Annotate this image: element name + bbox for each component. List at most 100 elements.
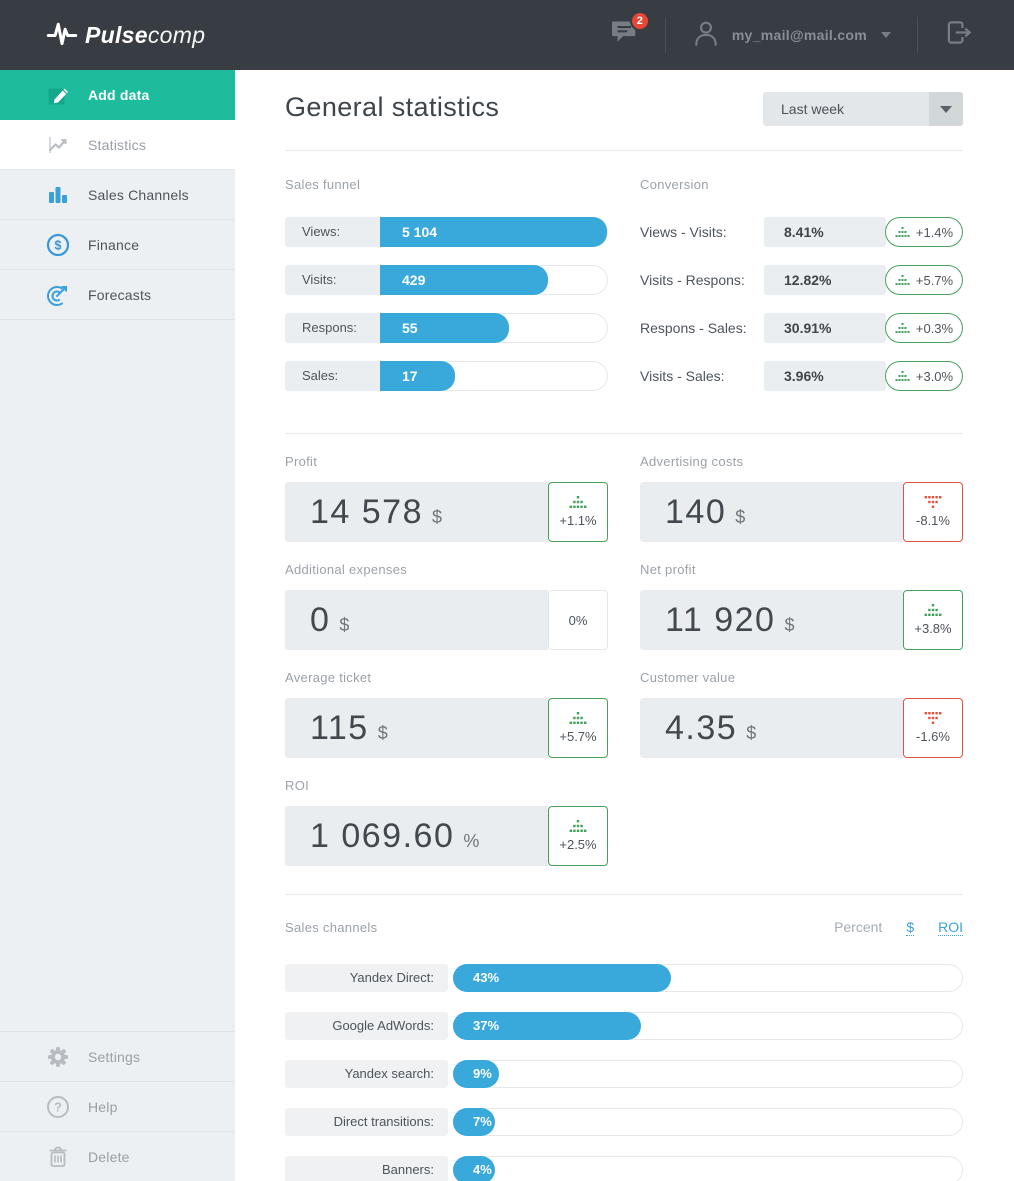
metric-value: 1 069.60 [310, 817, 454, 856]
metric-label: Additional expenses [285, 562, 608, 577]
view-option-percent[interactable]: Percent [834, 919, 882, 935]
sidebar-item-label: Help [88, 1099, 118, 1115]
channel-row: Yandex Direct: 43% [285, 964, 963, 992]
metric-label: Average ticket [285, 670, 608, 685]
channel-row: Direct transitions: 7% [285, 1108, 963, 1136]
dollar-circle-icon: $ [45, 233, 71, 257]
funnel-bar: 5 104 [380, 217, 607, 247]
sidebar-item-help[interactable]: ? Help [0, 1081, 235, 1131]
funnel-bar: 429 [380, 265, 548, 295]
funnel-label: Sales: [285, 361, 380, 391]
metric-customer-value: Customer value 4.35$ -1.6% [640, 670, 963, 758]
sidebar-footer: Settings ? Help Delete [0, 1031, 235, 1181]
channel-label: Yandex search: [285, 1060, 448, 1088]
funnel-bar: 17 [380, 361, 455, 391]
metric-value: 0 [310, 601, 330, 640]
trend-box: -8.1% [903, 482, 963, 542]
trend-up-icon [895, 323, 910, 333]
user-email: my_mail@mail.com [732, 27, 867, 43]
metric-unit: $ [432, 507, 442, 528]
funnel-bar: 55 [380, 313, 509, 343]
channel-track: 9% [453, 1060, 963, 1088]
view-option-roi[interactable]: ROI [938, 919, 963, 936]
trend-box: -1.6% [903, 698, 963, 758]
trend-box: +3.8% [903, 590, 963, 650]
conversion-row: Views - Visits: 8.41% +1.4% [640, 217, 963, 247]
chevron-down-icon [881, 32, 891, 38]
trend-up-icon [569, 496, 587, 508]
sidebar-item-add-data[interactable]: Add data [0, 70, 235, 120]
view-option-dollar[interactable]: $ [906, 919, 914, 936]
channel-track: 43% [453, 964, 963, 992]
trend-down-icon [924, 712, 942, 724]
sidebar-item-finance[interactable]: $ Finance [0, 220, 235, 270]
sidebar-item-label: Settings [88, 1049, 140, 1065]
trend-box: +1.1% [548, 482, 608, 542]
pulse-logo-icon [45, 18, 79, 53]
line-chart-icon [45, 134, 71, 156]
channel-row: Yandex search: 9% [285, 1060, 963, 1088]
channel-label: Yandex Direct: [285, 964, 448, 992]
metric-unit: % [463, 831, 479, 852]
help-icon: ? [45, 1095, 71, 1119]
metric-value: 11 920 [665, 601, 775, 640]
user-menu[interactable]: my_mail@mail.com [692, 19, 891, 52]
header-divider [665, 17, 666, 53]
conversion-value: 12.82% [764, 265, 886, 295]
trend-box: +5.7% [548, 698, 608, 758]
divider [285, 894, 963, 895]
funnel-track: 17 [380, 361, 608, 391]
sidebar-item-forecasts[interactable]: Forecasts [0, 270, 235, 320]
sidebar-item-settings[interactable]: Settings [0, 1031, 235, 1081]
sidebar-item-statistics[interactable]: Statistics [0, 120, 235, 170]
funnel-label: Visits: [285, 265, 380, 295]
metric-value: 140 [665, 493, 726, 532]
trend-chip: +5.7% [885, 265, 963, 295]
notification-badge: 2 [630, 11, 650, 31]
channel-bar: 4% [453, 1156, 495, 1181]
sidebar-item-sales-channels[interactable]: Sales Channels [0, 170, 235, 220]
funnel-row: Views: 5 104 [285, 217, 608, 247]
conversion-label: Views - Visits: [640, 217, 764, 247]
messages-button[interactable]: 2 [612, 20, 639, 50]
metric-label: Profit [285, 454, 608, 469]
sales-channels-section: Sales channels Percent $ ROI Yandex Dire… [285, 919, 963, 1181]
metric-label: Customer value [640, 670, 963, 685]
channel-bar: 37% [453, 1012, 641, 1040]
page-title: General statistics [285, 92, 499, 123]
bar-chart-icon [45, 184, 71, 206]
conversion-row: Visits - Sales: 3.96% +3.0% [640, 361, 963, 391]
metric-profit: Profit 14 578$ +1.1% [285, 454, 608, 542]
trend-up-icon [924, 604, 942, 616]
trend-box: 0% [548, 590, 608, 650]
logout-button[interactable] [944, 19, 974, 51]
funnel-label: Views: [285, 217, 380, 247]
channel-label: Banners: [285, 1156, 448, 1181]
period-select[interactable]: Last week [763, 92, 963, 126]
funnel-track: 5 104 [380, 217, 608, 247]
messages-icon [612, 32, 639, 49]
metric-unit: $ [339, 615, 349, 636]
metric-label: Advertising costs [640, 454, 963, 469]
funnel-row: Respons: 55 [285, 313, 608, 343]
funnel-row: Visits: 429 [285, 265, 608, 295]
logo-text: Pulsecomp [85, 22, 205, 49]
conversion-label: Respons - Sales: [640, 313, 764, 343]
funnel-track: 429 [380, 265, 608, 295]
metric-label: Net profit [640, 562, 963, 577]
conversion-label: Visits - Sales: [640, 361, 764, 391]
trend-chip: +0.3% [885, 313, 963, 343]
sidebar-item-label: Forecasts [88, 287, 151, 303]
trend-up-icon [569, 712, 587, 724]
channel-track: 37% [453, 1012, 963, 1040]
trend-up-icon [895, 371, 910, 381]
conversion-value: 30.91% [764, 313, 886, 343]
metric-unit: $ [378, 723, 388, 744]
sidebar-item-delete[interactable]: Delete [0, 1131, 235, 1181]
metric-average-ticket: Average ticket 115$ +5.7% [285, 670, 608, 758]
channel-row: Banners: 4% [285, 1156, 963, 1181]
target-icon [45, 283, 71, 307]
top-bar: Pulsecomp 2 my_mail@mail.com [0, 0, 1014, 70]
app-logo: Pulsecomp [45, 18, 205, 53]
sales-funnel-section: Sales funnel Views: 5 104 Visits: 429 Re… [285, 177, 608, 409]
